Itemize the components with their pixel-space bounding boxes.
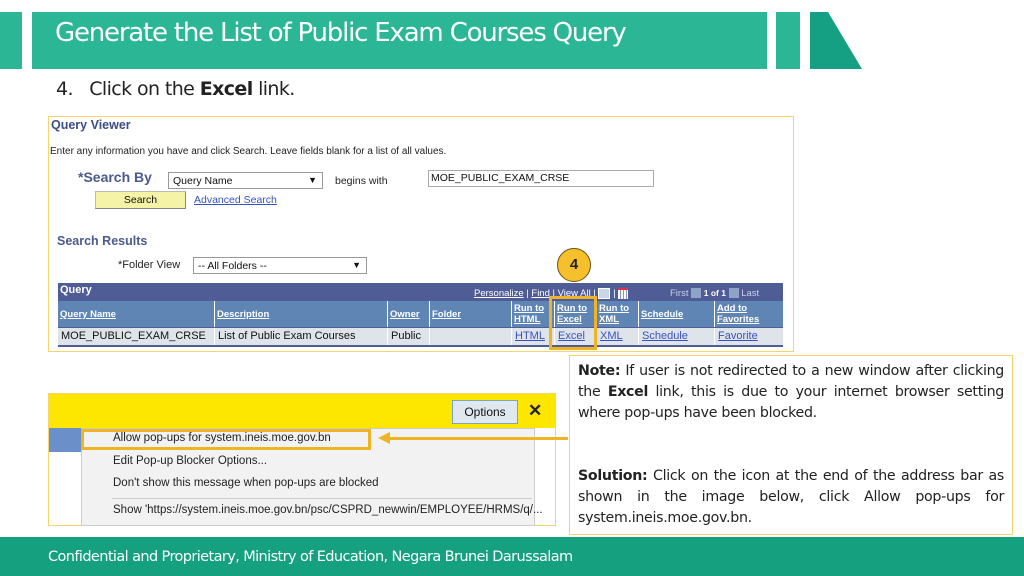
schedule-link[interactable]: Schedule (639, 328, 715, 345)
column-header-owner[interactable]: Owner (388, 301, 430, 327)
header-accent-left (0, 12, 22, 69)
folder-view-select[interactable]: -- All Folders -- ▼ (193, 257, 367, 274)
download-grid-icon[interactable] (618, 288, 629, 299)
menu-item-show-url[interactable]: Show 'https://system.ineis.moe.gov.bn/ps… (113, 504, 543, 516)
column-header-folder[interactable]: Folder (430, 301, 512, 327)
grid-title: Query (60, 284, 92, 296)
xml-link[interactable]: XML (597, 328, 639, 345)
dropdown-arrow-icon: ▼ (352, 260, 361, 270)
personalize-link[interactable]: Personalize (474, 288, 524, 299)
menu-item-edit-options[interactable]: Edit Pop-up Blocker Options... (113, 455, 267, 467)
folder-view-label: *Folder View (118, 259, 181, 271)
find-link[interactable]: Find (531, 288, 549, 299)
dropdown-arrow-icon: ▼ (308, 175, 317, 185)
search-input[interactable]: MOE_PUBLIC_EXAM_CRSE (428, 170, 654, 187)
first-link[interactable]: First (670, 288, 688, 299)
step-badge: 4 (557, 248, 591, 282)
search-by-select[interactable]: Query Name ▼ (168, 172, 323, 189)
pointer-arrow-icon (378, 432, 390, 444)
column-header-add-to-favorites[interactable]: Add to Favorites (715, 301, 783, 327)
header-accent-bar (776, 12, 800, 69)
cell-description: List of Public Exam Courses (215, 328, 388, 345)
column-header-schedule[interactable]: Schedule (639, 301, 715, 327)
note-box: Note: If user is not redirected to a new… (569, 355, 1013, 535)
query-viewer-title: Query Viewer (51, 118, 131, 132)
step-instruction: 4. Click on the Excel link. (56, 78, 295, 100)
page-background-strip (49, 428, 81, 452)
menu-item-dont-show[interactable]: Don't show this message when pop-ups are… (113, 477, 379, 489)
options-button[interactable]: Options (452, 400, 518, 424)
next-arrow-icon[interactable] (728, 288, 739, 299)
cell-owner: Public (388, 328, 430, 345)
prev-arrow-icon[interactable] (691, 288, 702, 299)
new-window-icon[interactable] (598, 288, 611, 299)
cell-query-name: MOE_PUBLIC_EXAM_CRSE (58, 328, 215, 345)
advanced-search-link[interactable]: Advanced Search (194, 194, 277, 206)
search-results-title: Search Results (57, 234, 148, 248)
column-header-run-to-xml[interactable]: Run to XML (597, 301, 639, 327)
menu-separator (112, 498, 532, 499)
column-header-description[interactable]: Description (215, 301, 388, 327)
grid-pagination: First 1 of 1 Last (670, 288, 759, 299)
search-button[interactable]: Search (95, 191, 186, 209)
last-link[interactable]: Last (741, 288, 759, 299)
close-icon[interactable]: ✕ (528, 401, 542, 421)
page-title: Generate the List of Public Exam Courses… (55, 18, 627, 48)
header-accent-trapezoid (810, 12, 862, 69)
allow-popups-highlight-box (81, 429, 371, 450)
footer-text: Confidential and Proprietary, Ministry o… (48, 549, 573, 565)
excel-highlight-box (549, 296, 597, 350)
page-indicator: 1 of 1 (703, 288, 726, 298)
query-viewer-instructions: Enter any information you have and click… (50, 146, 447, 157)
cell-folder (430, 328, 512, 345)
column-header-query-name[interactable]: Query Name (58, 301, 215, 327)
favorite-link[interactable]: Favorite (715, 328, 783, 345)
solution-paragraph: Solution: Click on the icon at the end o… (578, 468, 1004, 526)
search-by-label: *Search By (78, 169, 152, 185)
pointer-arrow-line (388, 437, 568, 440)
note-paragraph: Note: If user is not redirected to a new… (578, 363, 1004, 421)
operator-label: begins with (335, 175, 388, 187)
